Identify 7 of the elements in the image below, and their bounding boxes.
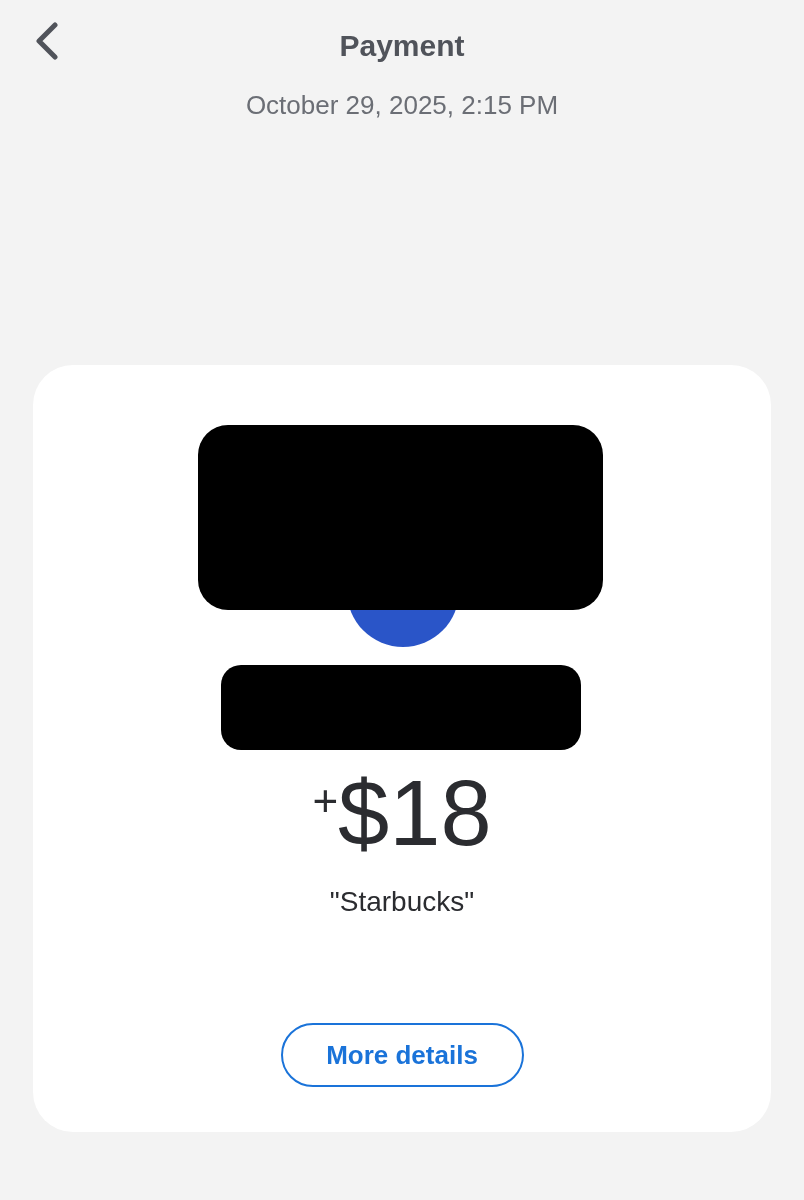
payment-note: "Starbucks" — [329, 885, 475, 919]
back-icon[interactable] — [33, 22, 59, 60]
more-details-button[interactable]: More details — [280, 1023, 524, 1087]
amount-sign: + — [312, 779, 339, 823]
payment-amount: $18 — [338, 765, 492, 861]
payment-date: October 29, 2025, 2:15 PM — [245, 89, 559, 122]
page-title: Payment — [339, 28, 465, 64]
